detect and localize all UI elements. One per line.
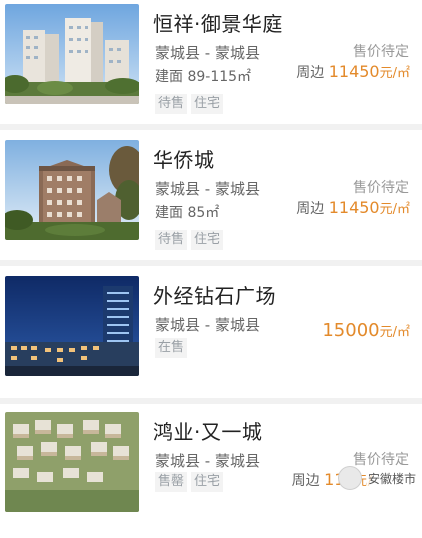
type-badge: 住宅	[191, 230, 224, 250]
listing-feed: 恒祥·御景华庭 蒙城县 - 蒙城县 建面 89-115㎡ 售价待定 周边 114…	[0, 0, 422, 538]
price-status: 售价待定	[353, 180, 409, 196]
price-value: 11450	[328, 62, 380, 81]
card-divider	[0, 260, 422, 266]
listing-area: 建面 89-115㎡	[155, 66, 251, 86]
type-badge: 住宅	[191, 94, 224, 114]
listing-price: 15000元/㎡	[322, 320, 410, 341]
price-prefix: 周边	[296, 201, 325, 217]
listing-card[interactable]: 华侨城 蒙城县 - 蒙城县 建面 85㎡ 售价待定 周边 11450元/㎡ 待售…	[0, 136, 422, 266]
price-unit: 元/㎡	[379, 66, 410, 81]
status-badge: 售罄	[155, 472, 188, 492]
listing-location: 蒙城县 - 蒙城县	[155, 452, 260, 470]
listing-card[interactable]: 外经钻石广场 蒙城县 - 蒙城县 15000元/㎡ 在售	[0, 272, 422, 402]
area-value: 85㎡	[187, 205, 220, 221]
price-unit: 元/㎡	[379, 325, 410, 340]
area-label: 建面	[155, 205, 183, 221]
listing-area: 建面 85㎡	[155, 202, 219, 222]
listing-location: 蒙城县 - 蒙城县	[155, 316, 260, 334]
listing-tags: 售罄 住宅	[155, 472, 224, 492]
area-value: 89-115㎡	[187, 69, 252, 85]
listing-tags: 待售 住宅	[155, 94, 224, 114]
status-badge: 待售	[155, 230, 188, 250]
status-badge: 在售	[155, 338, 188, 358]
price-prefix: 周边	[291, 473, 320, 489]
listing-name[interactable]: 外经钻石广场	[153, 280, 276, 309]
wechat-logo-icon	[337, 466, 362, 490]
listing-photo[interactable]	[5, 276, 139, 376]
price-prefix: 周边	[296, 65, 325, 81]
type-badge: 住宅	[191, 472, 224, 492]
price-value: 11450	[328, 198, 380, 217]
listing-photo[interactable]	[5, 140, 139, 240]
price-unit: 元/㎡	[379, 202, 410, 217]
card-divider	[0, 398, 422, 404]
listing-name[interactable]: 恒祥·御景华庭	[153, 8, 283, 37]
price-status: 售价待定	[353, 44, 409, 60]
area-label: 建面	[155, 69, 183, 85]
status-badge: 待售	[155, 94, 188, 114]
listing-location: 蒙城县 - 蒙城县	[155, 44, 260, 62]
watermark: 安徽楼市	[337, 466, 418, 490]
price-value: 15000	[322, 320, 380, 341]
listing-price: 周边 11450元/㎡	[296, 198, 410, 218]
card-divider	[0, 124, 422, 130]
listing-name[interactable]: 鸿业·又一城	[153, 416, 262, 445]
listing-price: 周边 11450元/㎡	[296, 62, 410, 82]
listing-tags: 在售	[155, 338, 188, 358]
watermark-text: 安徽楼市	[365, 468, 418, 488]
listing-card[interactable]: 恒祥·御景华庭 蒙城县 - 蒙城县 建面 89-115㎡ 售价待定 周边 114…	[0, 0, 422, 130]
listing-photo[interactable]	[5, 412, 139, 512]
listing-photo[interactable]	[5, 4, 139, 104]
listing-location: 蒙城县 - 蒙城县	[155, 180, 260, 198]
listing-name[interactable]: 华侨城	[153, 144, 215, 173]
listing-tags: 待售 住宅	[155, 230, 224, 250]
